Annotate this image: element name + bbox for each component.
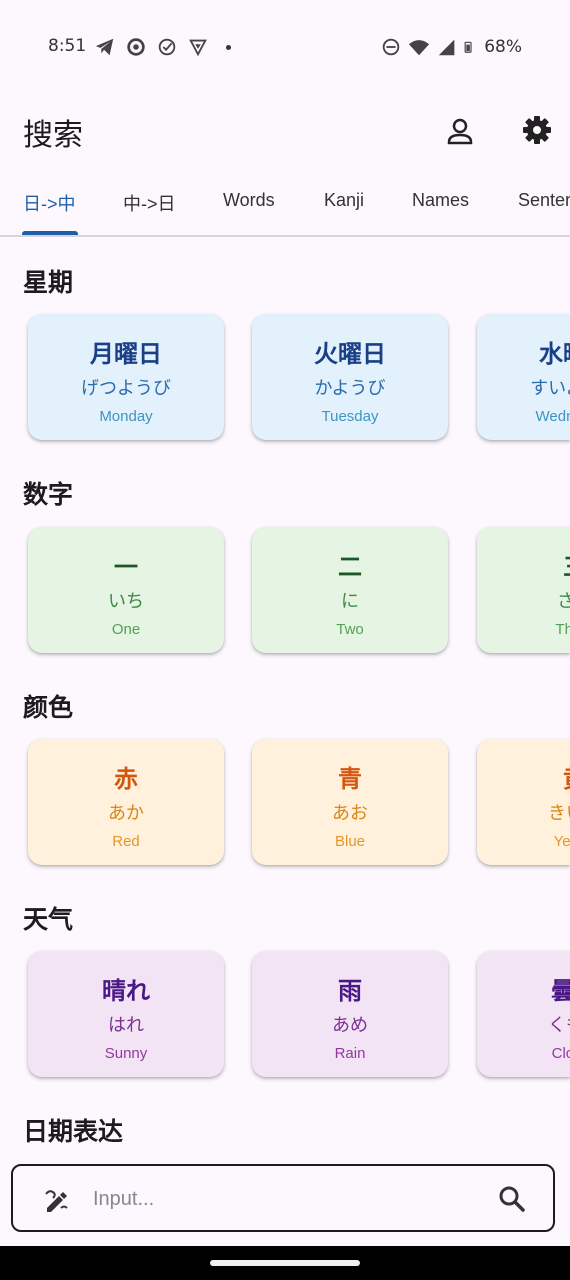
tab-names[interactable]: Names xyxy=(412,190,469,211)
search-icon[interactable] xyxy=(497,1184,527,1214)
card-reading: あか xyxy=(108,803,144,824)
card-meaning: One xyxy=(111,621,141,638)
word-card[interactable]: 火曜日 かようび Tuesday xyxy=(252,314,448,440)
card-meaning: Blue xyxy=(334,833,366,850)
card-word: 火曜日 xyxy=(314,340,386,368)
section-title: 天气 xyxy=(23,905,74,934)
tab-zh-to-ja[interactable]: 中->日 xyxy=(123,190,176,216)
card-reading: すいようび xyxy=(530,378,570,399)
word-card[interactable]: 一 いち One xyxy=(28,527,224,653)
tab-bar: 日->中 中->日 Words Kanji Names Sentences xyxy=(0,172,570,237)
card-reading: きいろ xyxy=(548,803,570,824)
app-bar: 搜索 xyxy=(0,100,570,164)
card-meaning: Monday xyxy=(99,408,153,425)
signal-icon xyxy=(438,39,455,56)
section-title: 星期 xyxy=(23,268,74,297)
tab-sentences[interactable]: Sentences xyxy=(518,190,570,211)
word-card[interactable]: 水曜日 すいようび Wednesday xyxy=(477,314,570,440)
word-card[interactable]: 青 あお Blue xyxy=(252,739,448,865)
status-time: 8:51 xyxy=(48,36,87,56)
card-reading: に xyxy=(341,591,359,612)
card-meaning: Cloudy xyxy=(551,1045,570,1062)
account-icon[interactable] xyxy=(440,112,480,152)
word-card[interactable]: 晴れ はれ Sunny xyxy=(28,951,224,1077)
system-nav-bar xyxy=(0,1246,570,1280)
card-word: 水曜日 xyxy=(539,340,570,368)
battery-icon xyxy=(464,41,472,53)
search-bar xyxy=(11,1164,555,1232)
card-meaning: Rain xyxy=(334,1045,366,1062)
card-word: 月曜日 xyxy=(90,340,162,368)
card-word: 二 xyxy=(338,553,362,581)
shield-icon xyxy=(189,39,207,57)
card-word: 三 xyxy=(477,547,570,582)
card-reading: さん xyxy=(557,591,570,612)
card-reading: かようび xyxy=(314,378,386,399)
handwriting-icon[interactable] xyxy=(43,1186,71,1214)
card-reading: あめ xyxy=(332,1015,368,1036)
sync-icon xyxy=(127,38,145,56)
card-reading: あお xyxy=(332,803,368,824)
settings-icon[interactable] xyxy=(517,112,557,152)
word-card[interactable]: 黄 きいろ Yellow xyxy=(477,739,570,865)
word-card[interactable]: 曇り くもり Cloudy xyxy=(477,951,570,1077)
card-reading: いち xyxy=(108,591,144,612)
card-meaning: Three xyxy=(555,621,570,638)
card-reading: げつようび xyxy=(81,378,171,399)
card-word: 青 xyxy=(338,765,362,793)
card-word: 赤 xyxy=(114,765,138,793)
section-title: 颜色 xyxy=(23,693,74,722)
card-meaning: Two xyxy=(336,621,364,638)
battery-percent: 68% xyxy=(484,37,522,57)
card-word: 曇り xyxy=(551,977,570,1005)
card-meaning: Red xyxy=(112,833,140,850)
word-card[interactable]: 月曜日 げつようび Monday xyxy=(28,314,224,440)
home-handle[interactable] xyxy=(210,1260,360,1266)
card-meaning: Sunny xyxy=(104,1045,148,1062)
word-card[interactable]: 三 さん Three xyxy=(477,527,570,653)
card-meaning: Wednesday xyxy=(535,408,570,425)
card-word: 一 xyxy=(114,553,138,581)
notification-dot xyxy=(226,44,231,50)
tab-ja-to-zh[interactable]: 日->中 xyxy=(23,190,76,216)
check-circle-icon xyxy=(158,38,176,56)
tab-kanji[interactable]: Kanji xyxy=(324,190,364,211)
tab-indicator xyxy=(22,231,78,235)
page-title: 搜索 xyxy=(23,118,83,153)
word-card[interactable]: 赤 あか Red xyxy=(28,739,224,865)
section-title: 日期表达 xyxy=(23,1117,124,1146)
card-reading: はれ xyxy=(108,1015,144,1036)
word-card[interactable]: 雨 あめ Rain xyxy=(252,951,448,1077)
card-word: 晴れ xyxy=(102,977,150,1005)
section-title: 数字 xyxy=(23,480,74,509)
telegram-icon xyxy=(95,38,114,56)
tab-words[interactable]: Words xyxy=(223,190,275,211)
wifi-icon xyxy=(409,40,430,56)
card-word: 雨 xyxy=(338,977,362,1005)
card-meaning: Yellow xyxy=(553,833,570,850)
card-word: 黄 xyxy=(477,759,570,794)
word-card[interactable]: 二 に Two xyxy=(252,527,448,653)
status-bar: 8:51 68% xyxy=(0,0,570,92)
card-meaning: Tuesday xyxy=(321,408,379,425)
do-not-disturb-icon xyxy=(382,38,400,56)
card-reading: くもり xyxy=(548,1015,570,1036)
search-input[interactable] xyxy=(91,1180,475,1218)
